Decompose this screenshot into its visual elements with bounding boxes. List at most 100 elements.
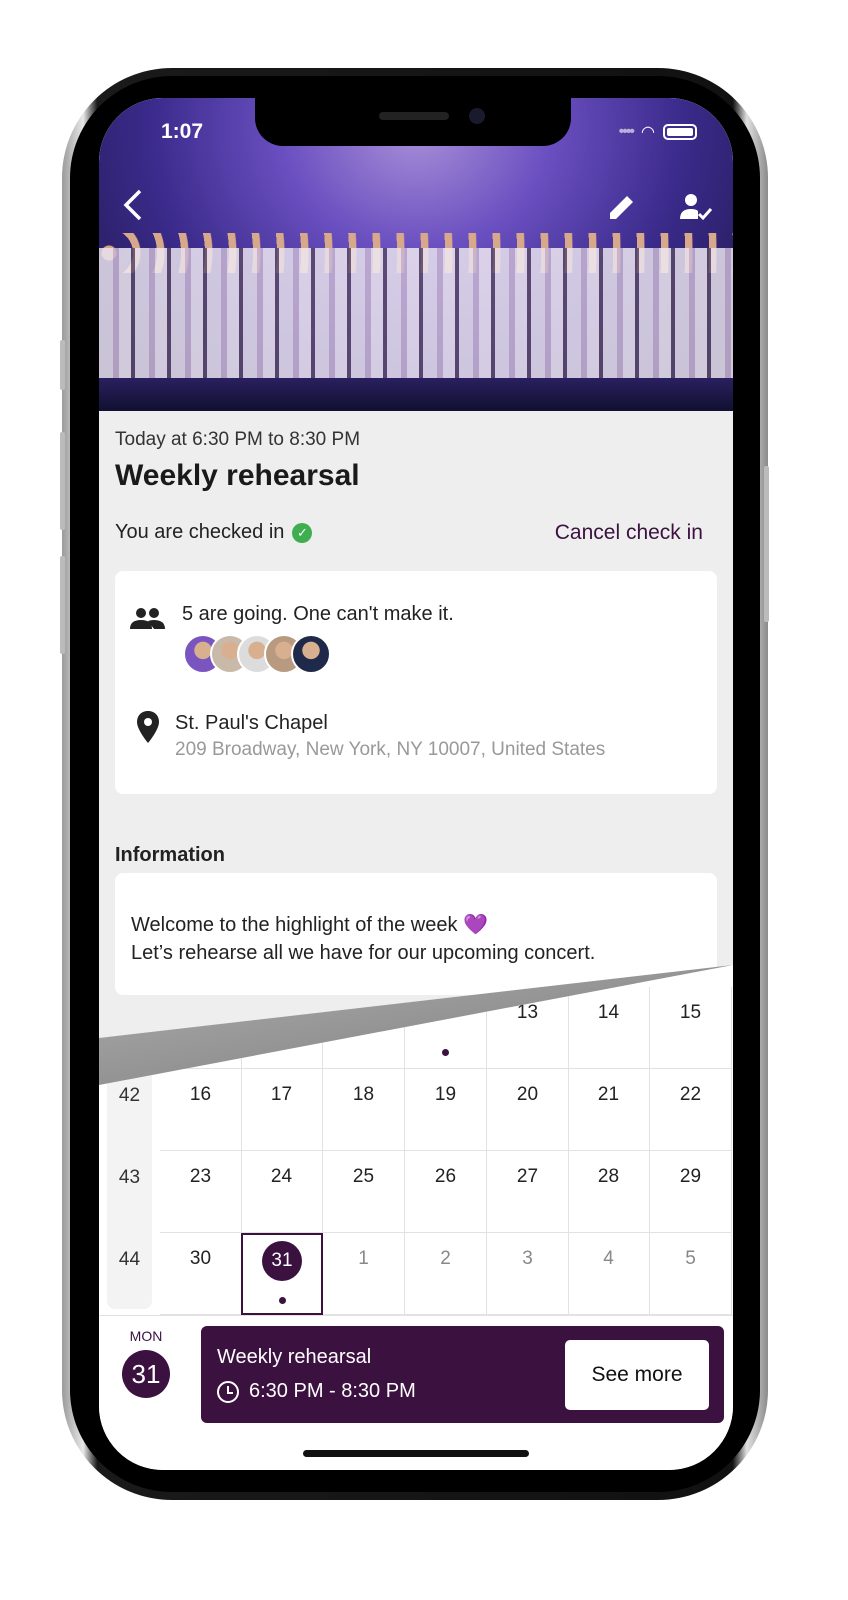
week-number: 42 (118, 1085, 141, 1106)
calendar-day[interactable]: 2 (405, 1233, 487, 1315)
person-check-icon (680, 194, 713, 221)
event-title: Weekly rehearsal (115, 459, 360, 492)
day-number: 25 (352, 1166, 375, 1187)
calendar-day[interactable]: 26 (405, 1151, 487, 1233)
calendar-day[interactable]: 18 (323, 1069, 405, 1151)
day-number: 1 (358, 1248, 369, 1269)
day-number: 30 (189, 1248, 212, 1269)
calendar-day[interactable]: 19 (405, 1069, 487, 1151)
week-number: 44 (118, 1249, 141, 1270)
day-number: 15 (679, 1002, 702, 1023)
calendar-day[interactable]: 23 (160, 1151, 242, 1233)
day-number: 5 (685, 1248, 696, 1269)
information-text: Welcome to the highlight of the week 💜 L… (131, 911, 595, 967)
calendar-day[interactable]: 14 (568, 987, 650, 1069)
calendar-day[interactable]: 25 (323, 1151, 405, 1233)
day-number: 3 (522, 1248, 533, 1269)
attendance-button[interactable] (679, 192, 713, 230)
see-more-button[interactable]: See more (565, 1340, 709, 1410)
calendar-day[interactable]: 5 (650, 1233, 732, 1315)
camera (469, 108, 485, 124)
calendar-day[interactable]: 3 (487, 1233, 569, 1315)
location-name[interactable]: St. Paul's Chapel (175, 712, 328, 735)
event-preview-time-text: 6:30 PM - 8:30 PM (249, 1380, 416, 1402)
volume-down-button (60, 556, 65, 654)
status-icons: •••• ◠ (619, 122, 697, 142)
speaker (379, 112, 449, 120)
information-line-2: Let’s rehearse all we have for our upcom… (131, 942, 596, 964)
day-number: 27 (516, 1166, 539, 1187)
calendar-day[interactable]: 27 (487, 1151, 569, 1233)
notch (255, 98, 571, 146)
day-number: 19 (434, 1084, 457, 1105)
calendar-day[interactable]: 17 (241, 1069, 323, 1151)
calendar-day[interactable]: 31 (241, 1233, 323, 1315)
pencil-icon (610, 196, 633, 219)
signal-icon: •••• (618, 123, 635, 140)
day-number: 31 (262, 1241, 302, 1281)
back-button[interactable] (121, 188, 145, 230)
day-number: 29 (679, 1166, 702, 1187)
information-card: Welcome to the highlight of the week 💜 L… (115, 873, 717, 995)
day-number: 28 (597, 1166, 620, 1187)
event-time-range: Today at 6:30 PM to 8:30 PM (115, 429, 361, 450)
day-number: 20 (516, 1084, 539, 1105)
location-address[interactable]: 209 Broadway, New York, NY 10007, United… (175, 739, 605, 761)
cancel-check-in-button[interactable]: Cancel check in (555, 521, 703, 545)
attendance-summary: 5 are going. One can't make it. (182, 603, 454, 625)
event-preview-card[interactable]: Weekly rehearsal 6:30 PM - 8:30 PM See m… (201, 1326, 724, 1423)
day-number: 2 (440, 1248, 451, 1269)
calendar-day[interactable]: 16 (160, 1069, 242, 1151)
event-dot (442, 1049, 449, 1056)
day-number: 22 (679, 1084, 702, 1105)
chevron-left-icon (123, 189, 142, 221)
attendee-avatar (291, 634, 331, 674)
selected-day-panel: MON 31 Weekly rehearsal 6:30 PM - 8:30 P… (99, 1315, 733, 1470)
check-in-text: You are checked in (115, 521, 285, 543)
calendar-day[interactable]: 30 (160, 1233, 242, 1315)
calendar-day[interactable]: 15 (650, 987, 732, 1069)
calendar-day[interactable]: 22 (650, 1069, 732, 1151)
information-line-1: Welcome to the highlight of the week 💜 (131, 914, 488, 936)
location-pin-icon (137, 711, 159, 743)
clock-icon (217, 1380, 239, 1403)
information-heading: Information (115, 844, 225, 866)
home-indicator[interactable] (303, 1450, 529, 1457)
event-preview-time: 6:30 PM - 8:30 PM (217, 1380, 416, 1403)
attendee-avatars[interactable] (183, 634, 331, 674)
selected-day-number: 31 (122, 1350, 170, 1398)
mute-switch (60, 340, 65, 390)
day-number: 14 (597, 1002, 620, 1023)
day-number: 17 (270, 1084, 293, 1105)
power-button (764, 466, 769, 622)
calendar-day[interactable]: 20 (487, 1069, 569, 1151)
battery-icon (663, 124, 697, 140)
day-number: 18 (352, 1084, 375, 1105)
calendar-day[interactable]: 28 (568, 1151, 650, 1233)
check-in-status: You are checked in ✓ (115, 521, 313, 544)
calendar-day[interactable]: 4 (568, 1233, 650, 1315)
audience-shadow (99, 378, 733, 411)
calendar-day[interactable]: 29 (650, 1151, 732, 1233)
selected-weekday: MON (129, 1328, 163, 1344)
status-time: 1:07 (161, 120, 204, 143)
day-number: 26 (434, 1166, 457, 1187)
day-number: 4 (603, 1248, 614, 1269)
event-dot (278, 1297, 286, 1304)
day-number: 16 (189, 1084, 212, 1105)
day-number: 21 (597, 1084, 620, 1105)
week-number: 43 (118, 1167, 141, 1188)
calendar-day[interactable]: 21 (568, 1069, 650, 1151)
edit-button[interactable] (607, 192, 637, 230)
check-circle-icon: ✓ (292, 522, 313, 543)
volume-up-button (60, 432, 65, 530)
people-icon (130, 608, 165, 629)
wifi-icon: ◠ (641, 124, 655, 141)
calendar-day[interactable]: 1 (323, 1233, 405, 1315)
day-number: 23 (189, 1166, 212, 1187)
event-preview-title: Weekly rehearsal (217, 1346, 372, 1368)
calendar-day[interactable]: 24 (241, 1151, 323, 1233)
details-card: 5 are going. One can't make it. St. Paul… (115, 571, 717, 794)
day-number: 24 (270, 1166, 293, 1187)
screen: 1:07 •••• ◠ 13 14 15 42 16 17 18 19 20 21 22 43 23 24… (99, 98, 733, 1470)
